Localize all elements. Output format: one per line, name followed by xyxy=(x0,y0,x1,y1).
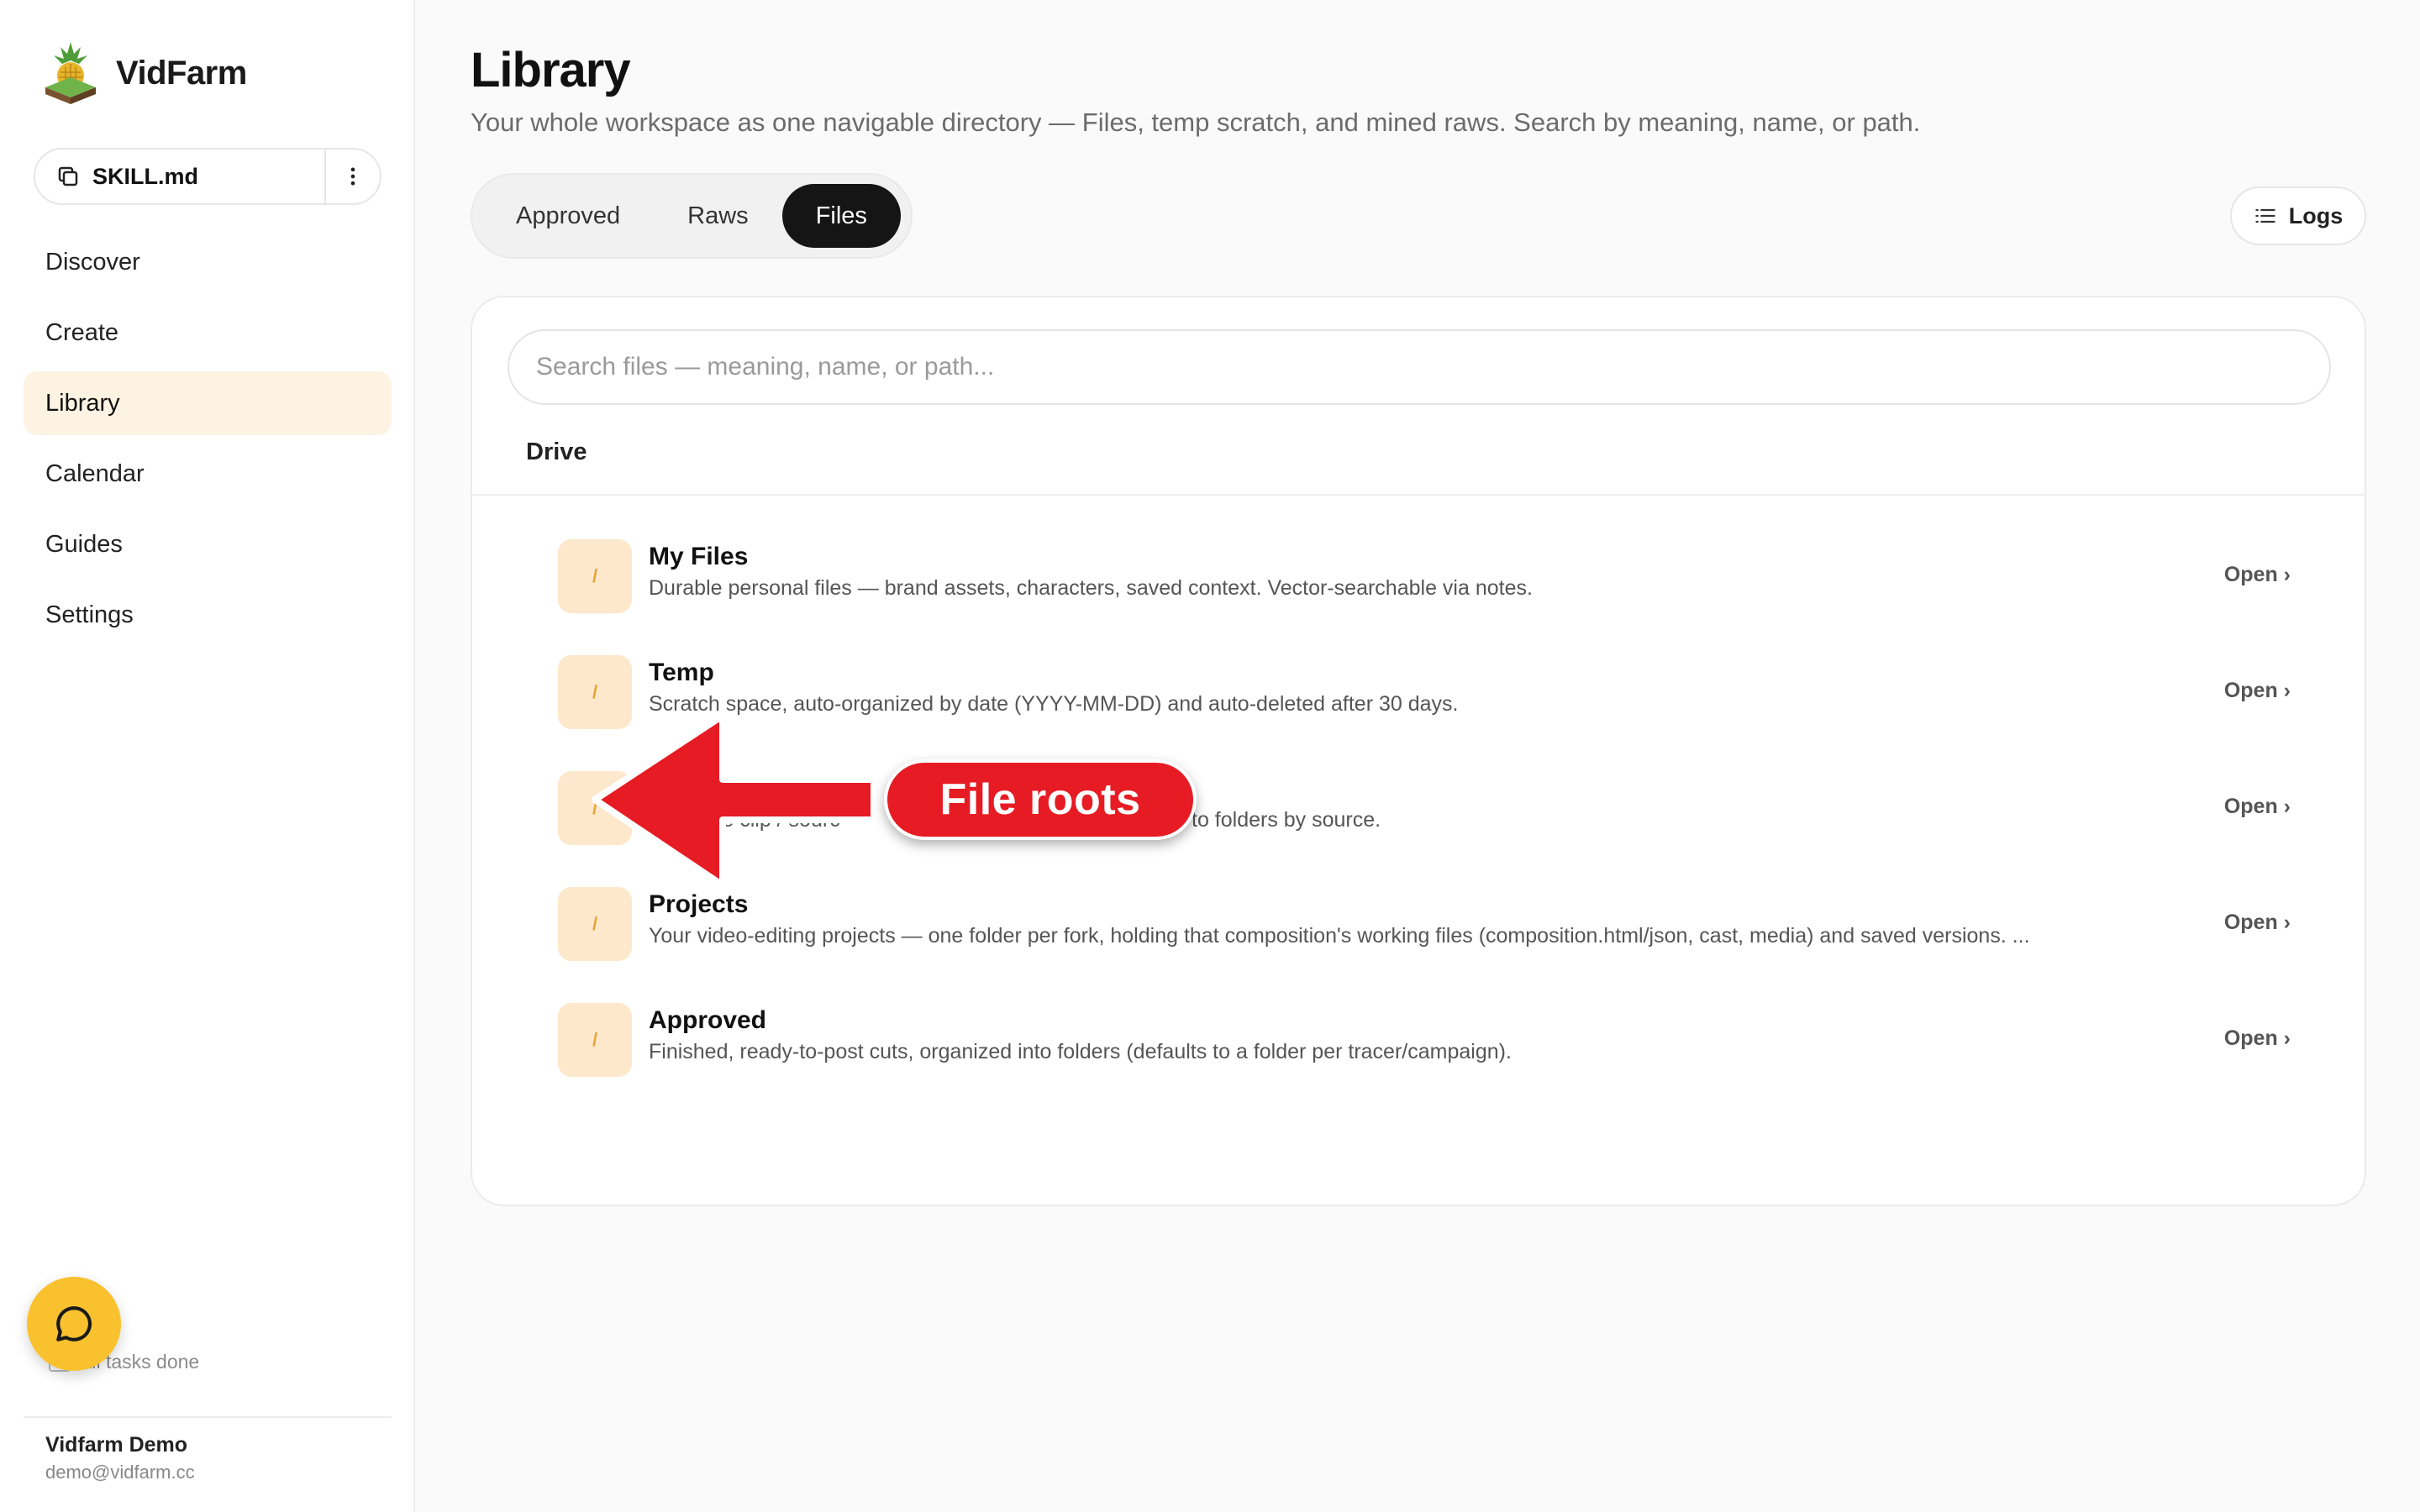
open-link[interactable]: Open › xyxy=(2224,679,2291,703)
sidebar-item-calendar[interactable]: Calendar xyxy=(24,442,392,506)
sidebar-item-guides[interactable]: Guides xyxy=(24,512,392,576)
root-row-temp[interactable]: / Temp Scratch space, auto-organized by … xyxy=(558,650,2306,734)
root-description: Scratch space, auto-organized by date (Y… xyxy=(649,692,1459,716)
root-row-projects[interactable]: / Projects Your video-editing projects —… xyxy=(558,882,2306,966)
library-tabs: Approved Raws Files xyxy=(471,173,913,259)
user-divider xyxy=(24,1416,392,1418)
open-link[interactable]: Open › xyxy=(2224,795,2291,819)
drive-label: Drive xyxy=(526,438,587,465)
chat-button[interactable] xyxy=(27,1277,121,1371)
logs-label: Logs xyxy=(2288,202,2344,228)
brand[interactable]: VidFarm xyxy=(42,40,247,106)
root-description: Your video-editing projects — one folder… xyxy=(649,924,2030,948)
open-link[interactable]: Open › xyxy=(2224,563,2291,587)
root-description: Finished, ready-to-post cuts, organized … xyxy=(649,1040,1512,1063)
root-row-my-files[interactable]: / My Files Durable personal files — bran… xyxy=(558,534,2306,618)
page-subtitle: Your whole workspace as one navigable di… xyxy=(471,108,1921,137)
folder-icon: / xyxy=(558,655,632,729)
chat-bubble-icon xyxy=(56,1306,92,1341)
root-description-start: able clip / sourc xyxy=(694,808,840,832)
root-description-end: to folders by source. xyxy=(1192,808,1381,832)
root-title: Projects xyxy=(649,890,749,918)
root-title: Approved xyxy=(649,1006,767,1034)
root-row-obscured[interactable]: / able clip / sourc to folders by source… xyxy=(558,766,2306,850)
root-title: My Files xyxy=(649,543,749,570)
open-link[interactable]: Open › xyxy=(2224,1026,2291,1051)
annotation-label: File roots xyxy=(884,759,1197,840)
folder-icon: / xyxy=(558,771,632,845)
skill-file-label: SKILL.md xyxy=(92,163,198,189)
sidebar-nav: Discover Create Library Calendar Guides … xyxy=(24,230,392,654)
copy-icon xyxy=(58,166,78,186)
skill-file-pill: SKILL.md xyxy=(34,148,381,205)
root-description: Durable personal files — brand assets, c… xyxy=(649,576,1533,600)
folder-icon: / xyxy=(558,539,632,613)
tab-files[interactable]: Files xyxy=(781,184,901,248)
root-title: Temp xyxy=(649,659,714,686)
search-input[interactable] xyxy=(508,329,2331,405)
folder-icon: / xyxy=(558,1003,632,1077)
open-link[interactable]: Open › xyxy=(2224,911,2291,935)
tab-raws[interactable]: Raws xyxy=(654,184,782,248)
sidebar-item-discover[interactable]: Discover xyxy=(24,230,392,294)
user-name[interactable]: Vidfarm Demo xyxy=(45,1433,187,1457)
pineapple-logo-icon xyxy=(45,42,96,104)
sidebar: VidFarm SKILL.md Discover Create Library… xyxy=(0,0,415,1512)
files-panel: Drive / My Files Durable personal files … xyxy=(471,296,2366,1206)
sidebar-item-create[interactable]: Create xyxy=(24,301,392,365)
panel-divider xyxy=(472,494,2365,496)
sidebar-item-settings[interactable]: Settings xyxy=(24,583,392,647)
skill-file-button[interactable]: SKILL.md xyxy=(35,150,324,203)
tab-approved[interactable]: Approved xyxy=(482,184,654,248)
sidebar-item-library[interactable]: Library xyxy=(24,371,392,435)
logs-button[interactable]: Logs xyxy=(2230,186,2366,245)
brand-name: VidFarm xyxy=(116,54,247,92)
skill-menu-button[interactable] xyxy=(326,150,380,203)
user-email: demo@vidfarm.cc xyxy=(45,1462,195,1483)
root-row-approved[interactable]: / Approved Finished, ready-to-post cuts,… xyxy=(558,998,2306,1082)
folder-icon: / xyxy=(558,887,632,961)
list-icon xyxy=(2255,208,2275,223)
page-title: Library xyxy=(471,43,631,97)
more-vertical-icon xyxy=(350,167,355,186)
